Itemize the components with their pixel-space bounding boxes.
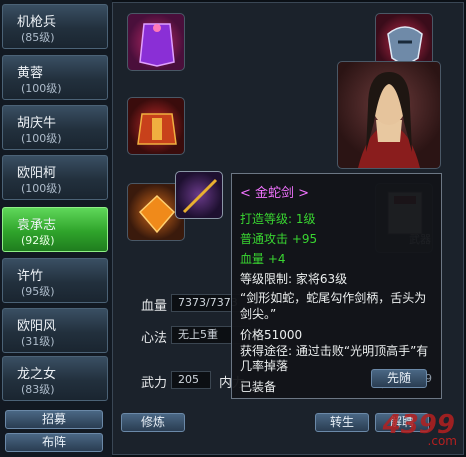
- equip-slot-cape[interactable]: [127, 13, 185, 71]
- hero-name: 龙之女: [17, 367, 57, 382]
- hero-item[interactable]: 黄蓉 (100级): [2, 55, 108, 100]
- hero-name: 欧阳风: [17, 319, 57, 334]
- item-description: “剑形如蛇，蛇尾勾作剑柄，舌头为剑尖。”: [240, 291, 427, 321]
- hero-list: 机枪兵 (85级) 黄蓉 (100级) 胡庆牛 (100级) 欧阳柯 (100级…: [0, 0, 112, 457]
- hero-level: (100级): [21, 82, 62, 95]
- hp-label: 血量: [141, 299, 168, 314]
- hero-item[interactable]: 胡庆牛 (100级): [2, 105, 108, 150]
- hero-level: (95级): [21, 285, 55, 298]
- golden-snake-sword-icon: [182, 178, 218, 214]
- hero-level: (31级): [21, 335, 55, 348]
- dragged-item[interactable]: [175, 171, 223, 219]
- hero-item[interactable]: 机枪兵 (85级): [2, 4, 108, 49]
- hero-item[interactable]: 欧阳风 (31级): [2, 308, 108, 353]
- watermark-suffix: .com: [427, 434, 457, 448]
- hero-name: 袁承志: [17, 218, 57, 233]
- recruit-button[interactable]: 招募: [5, 410, 103, 429]
- hero-level: (92级): [21, 234, 55, 247]
- hero-name: 胡庆牛: [17, 116, 57, 131]
- hero-item[interactable]: 许竹 (95级): [2, 258, 108, 303]
- hero-portrait-image: [358, 72, 420, 168]
- hero-level: (100级): [21, 182, 62, 195]
- item-tooltip: < 金蛇剑 > 打造等级: 1级 普通攻击 +95 血量 +4 等级限制: 家将…: [231, 173, 442, 399]
- formation-button[interactable]: 布阵: [5, 433, 103, 452]
- force-label: 武力: [141, 376, 168, 391]
- force-value: 205: [171, 371, 211, 389]
- train-button[interactable]: 修炼: [121, 413, 185, 432]
- forge-level: 打造等级: 1级: [240, 212, 316, 226]
- hero-name: 欧阳柯: [17, 166, 57, 181]
- armor-icon: [137, 113, 177, 145]
- item-title: < 金蛇剑 >: [240, 186, 310, 201]
- hero-level: (100级): [21, 132, 62, 145]
- hero-name: 许竹: [17, 269, 44, 284]
- hero-name: 机枪兵: [17, 15, 57, 30]
- level-limit: 等级限制: 家将63级: [240, 272, 348, 286]
- hero-item-active[interactable]: 袁承志 (92级): [2, 207, 108, 252]
- hero-portrait: [337, 61, 441, 169]
- reborn-button[interactable]: 转生: [315, 413, 369, 432]
- equipped-status: 已装备: [240, 380, 277, 394]
- equip-slot-armor[interactable]: [127, 97, 185, 155]
- hero-name: 黄蓉: [17, 66, 44, 81]
- method-label: 心法: [141, 331, 168, 346]
- item-price: 价格51000: [240, 328, 303, 342]
- hero-detail-panel: 武器 血量 7373/7373 心法 无上5重 武力 205 内力 修炼 转生 …: [112, 2, 464, 455]
- hero-item[interactable]: 龙之女 (83级): [2, 356, 108, 401]
- follow-button[interactable]: 先随: [371, 369, 427, 388]
- hero-item[interactable]: 欧阳柯 (100级): [2, 155, 108, 200]
- hp-bonus: 血量 +4: [240, 252, 286, 266]
- hero-level: (85级): [21, 31, 55, 44]
- attack-bonus: 普通攻击 +95: [240, 232, 318, 246]
- cape-icon: [139, 23, 175, 67]
- hero-level: (83级): [21, 383, 55, 396]
